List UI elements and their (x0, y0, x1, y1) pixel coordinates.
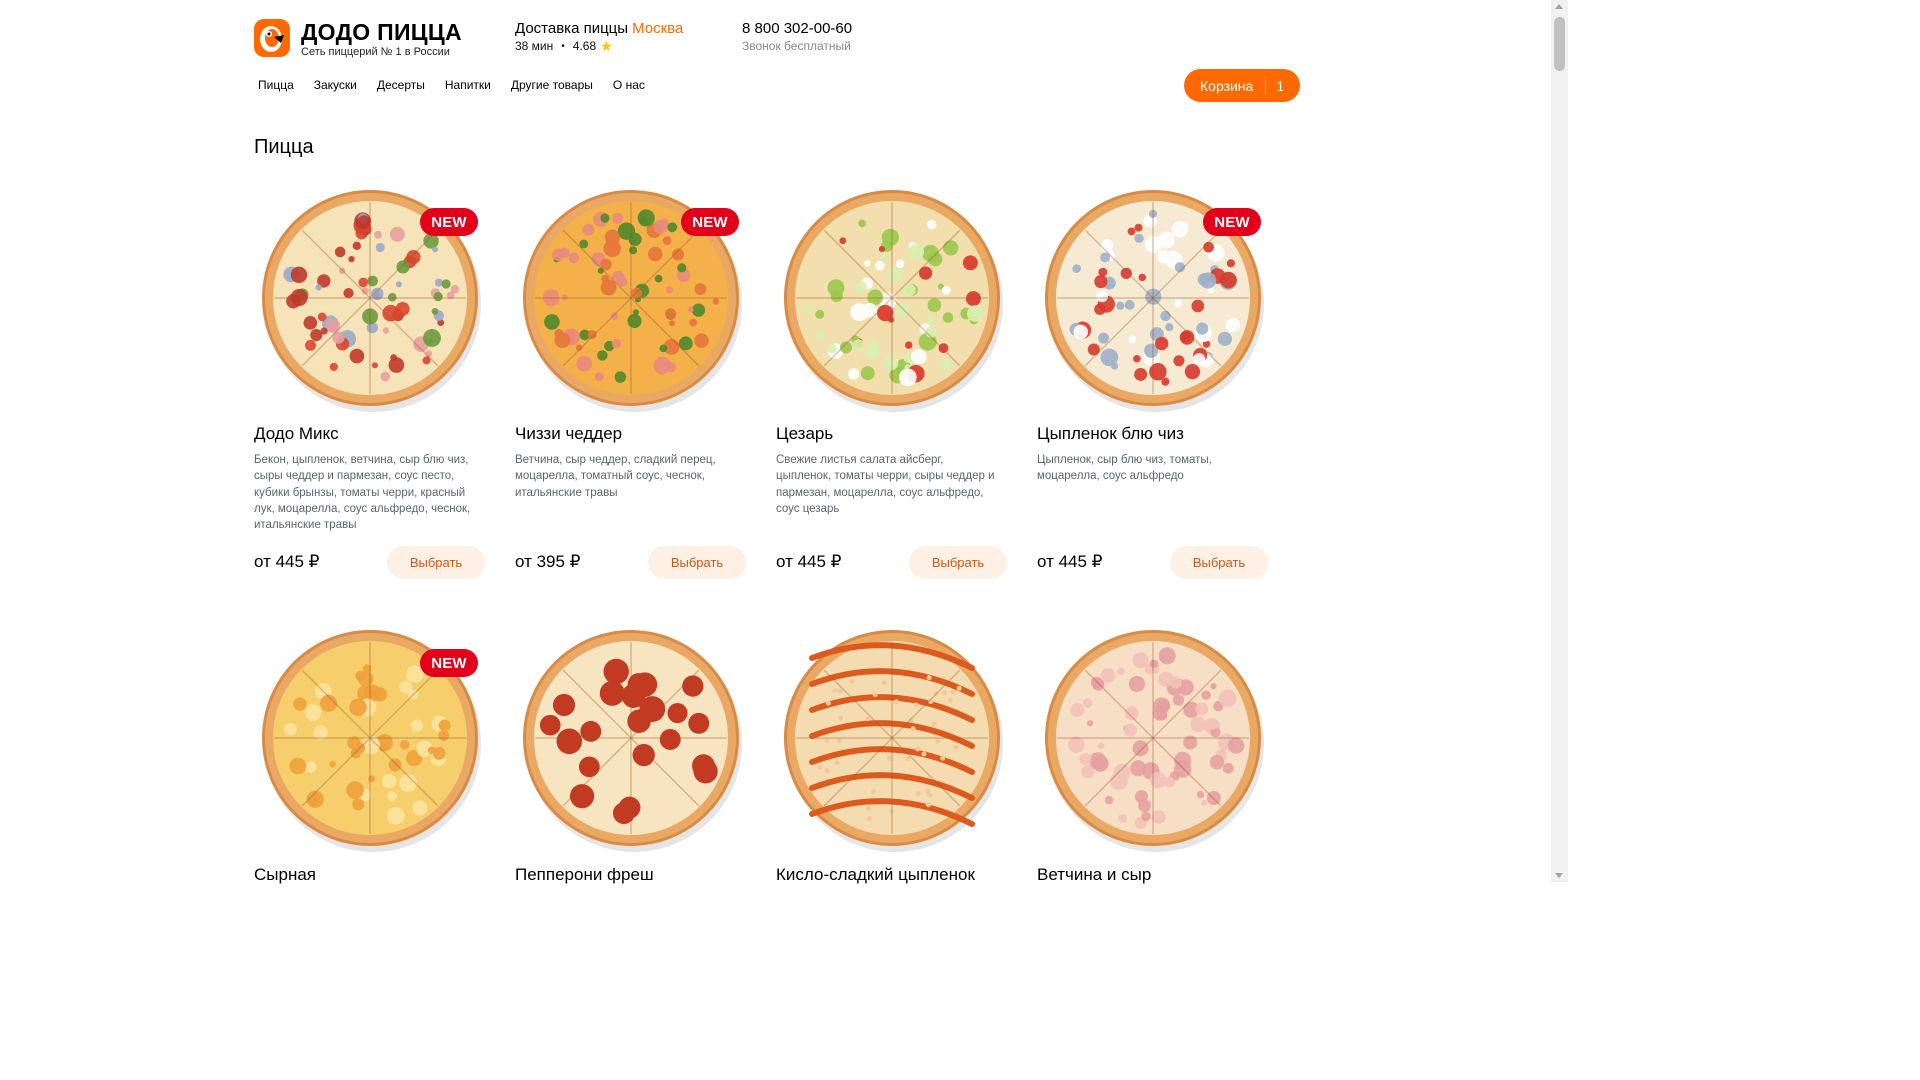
pizza-name[interactable]: Ветчина и сыр (1037, 865, 1151, 885)
nav-item-desserts[interactable]: Десерты (377, 77, 425, 93)
choose-button[interactable]: Выбрать (909, 546, 1007, 579)
star-icon: ★ (600, 38, 613, 54)
cart-count: 1 (1276, 77, 1285, 94)
pizza-card: NEW Сырная (254, 628, 486, 885)
pizza-card: NEW Чиззи чеддер Ветчина, сыр чеддер, сл… (515, 188, 747, 588)
pizza-card: NEW Цыпленок блю чиз Цыпленок, сыр блю ч… (1037, 188, 1269, 588)
choose-button[interactable]: Выбрать (648, 546, 746, 579)
pizza-card: Цезарь Свежие листья салата айсберг, цып… (776, 188, 1008, 588)
delivery-time: 38 мин (515, 39, 554, 53)
pizza-image[interactable] (776, 628, 1008, 852)
pizza-description: Бекон, цыпленок, ветчина, сыр блю чиз, с… (254, 454, 471, 532)
new-badge: NEW (420, 649, 478, 677)
pizza-card: Пепперони фреш (515, 628, 747, 885)
pizza-price: от 445 ₽ (254, 552, 320, 571)
nav-item-pizza[interactable]: Пицца (258, 77, 294, 93)
nav-item-drinks[interactable]: Напитки (445, 77, 491, 93)
dodo-bird-icon (254, 19, 290, 57)
pizza-price: от 395 ₽ (515, 552, 581, 571)
choose-button[interactable]: Выбрать (1170, 546, 1268, 579)
brand-title: ДОДО ПИЦЦА (301, 19, 462, 45)
nav-item-about[interactable]: О нас (613, 77, 645, 93)
pizza-name[interactable]: Цезарь (776, 424, 833, 444)
phone-info: 8 800 302-00-60 Звонок бесплатный (742, 19, 852, 53)
new-badge: NEW (1203, 208, 1261, 236)
pizza-image[interactable] (1037, 628, 1269, 852)
pizza-description: Свежие листья салата айсберг, цыпленок, … (776, 454, 995, 515)
pizza-name[interactable]: Пепперони фреш (515, 865, 654, 885)
page-scrollbar[interactable] (1551, 0, 1568, 882)
pizza-description: Цыпленок, сыр блю чиз, томаты, моцарелла… (1037, 454, 1212, 483)
main-nav: Пицца Закуски Десерты Напитки Другие тов… (258, 77, 665, 93)
section-title: Пицца (254, 136, 314, 158)
pizza-description: Ветчина, сыр чеддер, сладкий перец, моца… (515, 454, 716, 499)
cart-divider (1265, 77, 1267, 94)
cart-label: Корзина (1200, 77, 1254, 94)
brand-logo[interactable]: ДОДО ПИЦЦА Сеть пиццерий № 1 в России (254, 19, 462, 58)
new-badge: NEW (681, 208, 739, 236)
pizza-image[interactable] (776, 188, 1008, 412)
scroll-up-arrow-icon[interactable] (1555, 4, 1563, 9)
pizza-name[interactable]: Додо Микс (254, 424, 339, 444)
cart-button[interactable]: Корзина 1 (1184, 69, 1300, 102)
pizza-card: Кисло-сладкий цыпленок (776, 628, 1008, 885)
pizza-image[interactable] (515, 628, 747, 852)
phone-note: Звонок бесплатный (742, 39, 851, 53)
city-selector[interactable]: Москва (632, 20, 683, 37)
brand-subtitle: Сеть пиццерий № 1 в России (301, 46, 450, 58)
new-badge: NEW (420, 208, 478, 236)
pizza-name[interactable]: Чиззи чеддер (515, 424, 622, 444)
scroll-down-arrow-icon[interactable] (1555, 873, 1563, 878)
rating-value: 4.68 (572, 39, 597, 53)
separator-dot: • (561, 40, 565, 52)
nav-item-other[interactable]: Другие товары (511, 77, 593, 93)
nav-item-snacks[interactable]: Закуски (314, 77, 357, 93)
delivery-info: Доставка пиццы Москва 38 мин • 4.68 ★ (515, 19, 683, 53)
pizza-name[interactable]: Кисло-сладкий цыпленок (776, 865, 975, 885)
pizza-price: от 445 ₽ (776, 552, 842, 571)
pizza-name[interactable]: Цыпленок блю чиз (1037, 424, 1184, 444)
pizza-name[interactable]: Сырная (254, 865, 316, 885)
phone-number[interactable]: 8 800 302-00-60 (742, 19, 852, 38)
choose-button[interactable]: Выбрать (387, 546, 485, 579)
delivery-label: Доставка пиццы (515, 20, 629, 37)
pizza-card: NEW Додо Микс Бекон, цыпленок, ветчина, … (254, 188, 486, 588)
scroll-thumb[interactable] (1554, 17, 1565, 71)
pizza-price: от 445 ₽ (1037, 552, 1103, 571)
pizza-card: Ветчина и сыр (1037, 628, 1269, 885)
